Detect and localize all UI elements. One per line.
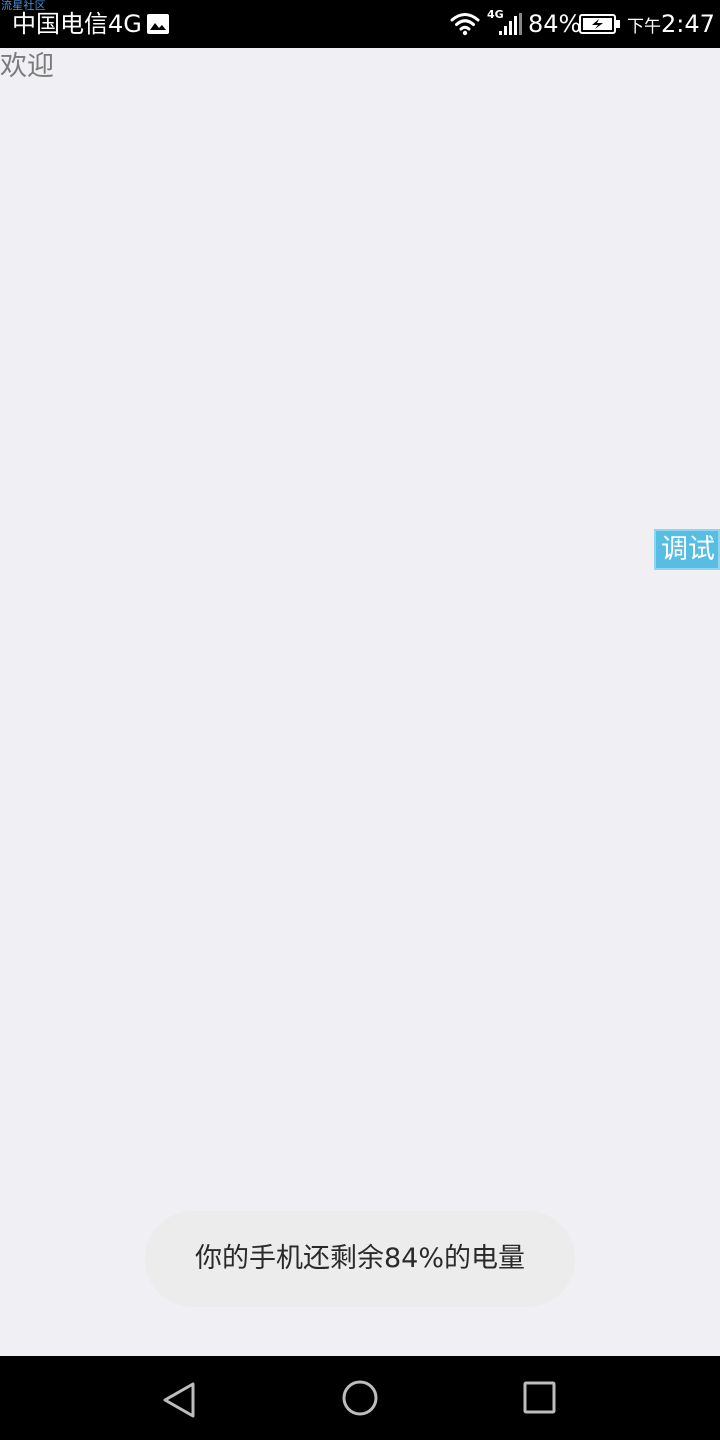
back-icon[interactable] xyxy=(157,1378,201,1422)
navigation-bar xyxy=(0,1356,720,1440)
wifi-icon xyxy=(450,13,480,36)
battery-toast: 你的手机还剩余84%的电量 xyxy=(145,1211,575,1307)
debug-button[interactable]: 调试 xyxy=(654,529,720,570)
time-label: 2:47 xyxy=(661,10,715,38)
time-period-label: 下午 xyxy=(627,17,661,37)
welcome-text: 欢迎 xyxy=(0,51,54,82)
home-icon[interactable] xyxy=(338,1378,382,1422)
signal-icon xyxy=(499,13,522,35)
clock: 下午2:47 xyxy=(627,9,715,42)
recents-icon[interactable] xyxy=(518,1378,562,1422)
image-icon xyxy=(147,14,169,34)
battery-charging-icon xyxy=(579,14,620,34)
carrier-label: 中国电信4G xyxy=(12,10,142,38)
battery-percent-label: 84% xyxy=(528,10,582,38)
status-bar: 流星社区 中国电信4G 4G 84% 下午2:47 xyxy=(0,0,720,48)
